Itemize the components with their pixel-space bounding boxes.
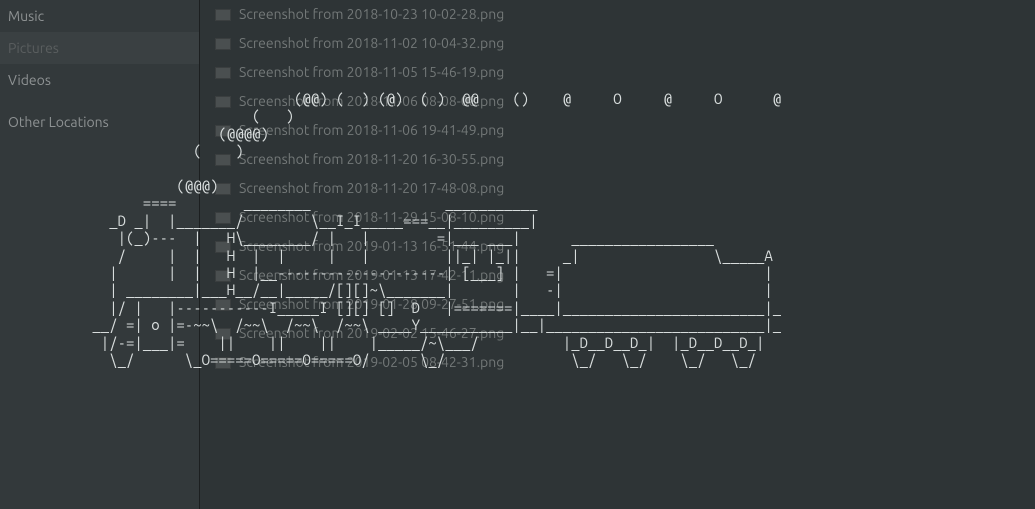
image-file-icon xyxy=(215,328,231,340)
image-file-icon xyxy=(215,183,231,195)
sidebar-item-other-locations[interactable]: Other Locations xyxy=(0,106,199,138)
file-row[interactable]: Screenshot from 2019-01-13 16-51-44.png xyxy=(201,232,1035,261)
image-file-icon xyxy=(215,154,231,166)
file-row[interactable]: Screenshot from 2019-02-02 15-46-27.png xyxy=(201,319,1035,348)
image-file-icon xyxy=(215,125,231,137)
file-row[interactable]: Screenshot from 2018-11-02 10-04-32.png xyxy=(201,29,1035,58)
file-name: Screenshot from 2018-11-05 15-46-19.png xyxy=(239,58,504,87)
file-list-pane: Screenshot from 2018-10-23 10-02-28.png … xyxy=(201,0,1035,509)
image-file-icon xyxy=(215,357,231,369)
sidebar-item-videos[interactable]: Videos xyxy=(0,64,199,96)
file-name: Screenshot from 2018-11-06 08-08-08.png xyxy=(239,87,504,116)
file-row[interactable]: Screenshot from 2018-11-20 17-48-08.png xyxy=(201,174,1035,203)
sidebar-item-music[interactable]: Music xyxy=(0,0,199,32)
file-row[interactable]: Screenshot from 2018-10-23 10-02-28.png xyxy=(201,0,1035,29)
image-file-icon xyxy=(215,212,231,224)
file-name: Screenshot from 2019-01-13 17-42-11.png xyxy=(239,261,504,290)
file-row[interactable]: Screenshot from 2018-11-06 08-08-08.png xyxy=(201,87,1035,116)
file-name: Screenshot from 2018-10-23 10-02-28.png xyxy=(239,0,504,29)
file-name: Screenshot from 2019-02-05 08-42-31.png xyxy=(239,348,504,377)
file-name: Screenshot from 2019-02-02 15-46-27.png xyxy=(239,319,504,348)
file-row[interactable]: Screenshot from 2018-11-20 16-30-55.png xyxy=(201,145,1035,174)
image-file-icon xyxy=(215,96,231,108)
file-row[interactable]: Screenshot from 2018-11-06 19-41-49.png xyxy=(201,116,1035,145)
sidebar: Music Pictures Videos Other Locations xyxy=(0,0,200,509)
file-name: Screenshot from 2019-01-28 09-27-51.png xyxy=(239,290,504,319)
file-name: Screenshot from 2019-01-13 16-51-44.png xyxy=(239,232,504,261)
file-row[interactable]: Screenshot from 2018-11-05 15-46-19.png xyxy=(201,58,1035,87)
image-file-icon xyxy=(215,38,231,50)
file-row[interactable]: Screenshot from 2019-02-05 08-42-31.png xyxy=(201,348,1035,377)
image-file-icon xyxy=(215,67,231,79)
image-file-icon xyxy=(215,9,231,21)
file-name: Screenshot from 2018-11-20 16-30-55.png xyxy=(239,145,504,174)
image-file-icon xyxy=(215,299,231,311)
file-name: Screenshot from 2018-11-02 10-04-32.png xyxy=(239,29,504,58)
file-name: Screenshot from 2018-11-20 17-48-08.png xyxy=(239,174,504,203)
file-row[interactable]: Screenshot from 2019-01-13 17-42-11.png xyxy=(201,261,1035,290)
file-row[interactable]: Screenshot from 2018-11-29 15-08-10.png xyxy=(201,203,1035,232)
sidebar-item-pictures[interactable]: Pictures xyxy=(0,32,199,64)
file-name: Screenshot from 2018-11-06 19-41-49.png xyxy=(239,116,504,145)
image-file-icon xyxy=(215,270,231,282)
file-row[interactable]: Screenshot from 2019-01-28 09-27-51.png xyxy=(201,290,1035,319)
file-name: Screenshot from 2018-11-29 15-08-10.png xyxy=(239,203,504,232)
image-file-icon xyxy=(215,241,231,253)
